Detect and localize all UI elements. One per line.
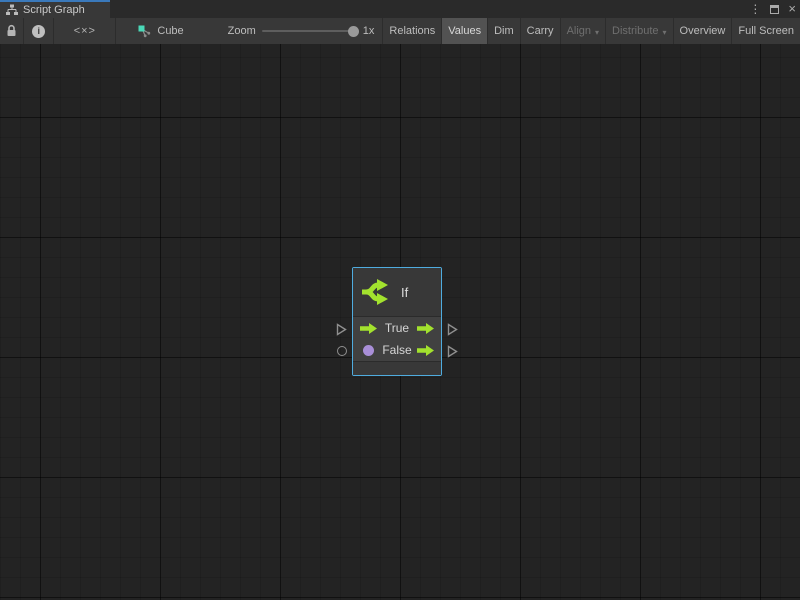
- node-title: If: [401, 285, 408, 300]
- toolbar-button-group: Relations Values Dim Carry Align ▾ Distr…: [382, 18, 800, 44]
- false-flow-output-port[interactable]: [417, 345, 434, 356]
- zoom-slider-handle[interactable]: [348, 26, 359, 37]
- graph-hierarchy-icon: [6, 4, 18, 16]
- info-button[interactable]: i: [24, 18, 53, 44]
- graph-canvas[interactable]: If True False: [0, 44, 800, 600]
- port-row-false: False: [353, 339, 441, 361]
- values-button[interactable]: Values: [442, 18, 487, 44]
- outer-condition-circle[interactable]: [337, 346, 347, 356]
- node-body: True False: [353, 317, 441, 361]
- distribute-button[interactable]: Distribute ▾: [606, 18, 672, 44]
- branch-icon: [361, 278, 393, 306]
- graph-target-label: Cube: [157, 25, 183, 37]
- if-node[interactable]: If True False: [352, 267, 442, 376]
- dim-button[interactable]: Dim: [488, 18, 520, 44]
- close-icon[interactable]: ×: [788, 0, 796, 18]
- relations-button[interactable]: Relations: [383, 18, 441, 44]
- chevron-down-icon: ▾: [595, 28, 599, 37]
- carry-button[interactable]: Carry: [521, 18, 560, 44]
- maximize-icon[interactable]: [770, 5, 779, 14]
- window-controls: ⋮ ×: [749, 0, 796, 18]
- node-footer: [353, 362, 441, 375]
- zoom-control: Zoom 1x: [220, 18, 383, 44]
- code-brackets-icon: <×>: [74, 25, 96, 37]
- full-screen-button[interactable]: Full Screen: [732, 18, 800, 44]
- lock-button[interactable]: [0, 18, 23, 44]
- port-label-true: True: [381, 321, 413, 335]
- chevron-down-icon: ▾: [663, 28, 667, 37]
- graph-target[interactable]: Cube: [128, 18, 193, 44]
- zoom-label: Zoom: [228, 25, 256, 37]
- tab-script-graph[interactable]: Script Graph: [0, 0, 110, 18]
- overview-button[interactable]: Overview: [674, 18, 732, 44]
- outer-flow-input-triangle[interactable]: [336, 323, 347, 336]
- toolbar-separator: [115, 18, 116, 44]
- align-button[interactable]: Align ▾: [561, 18, 605, 44]
- variables-toggle-button[interactable]: <×>: [54, 18, 115, 44]
- tab-bar: Script Graph ⋮ ×: [0, 0, 800, 18]
- zoom-slider[interactable]: [262, 30, 357, 32]
- info-icon: i: [32, 25, 45, 38]
- outer-true-output-triangle[interactable]: [447, 323, 458, 336]
- window-menu-icon[interactable]: ⋮: [749, 0, 761, 18]
- tab-title: Script Graph: [23, 4, 85, 16]
- flow-input-port[interactable]: [360, 323, 377, 334]
- lock-icon: [6, 24, 17, 38]
- port-label-false: False: [381, 343, 413, 357]
- graph-target-icon: [138, 25, 151, 38]
- true-flow-output-port[interactable]: [417, 323, 434, 334]
- port-row-true: True: [353, 317, 441, 339]
- condition-value-port[interactable]: [363, 345, 374, 356]
- if-node-header[interactable]: If: [353, 268, 441, 316]
- zoom-level: 1x: [363, 25, 375, 37]
- script-graph-window: Script Graph ⋮ × i <×>: [0, 0, 800, 600]
- outer-false-output-triangle[interactable]: [447, 345, 458, 358]
- graph-toolbar: i <×> Cube Zoom 1x Relations: [0, 18, 800, 44]
